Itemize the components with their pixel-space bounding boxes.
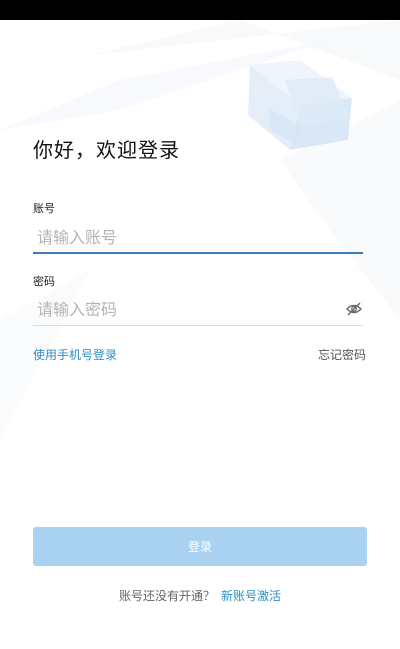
eye-off-icon[interactable] <box>345 300 363 318</box>
account-field-wrapper <box>33 220 363 254</box>
account-input[interactable] <box>33 220 363 254</box>
phone-login-link[interactable]: 使用手机号登录 <box>33 346 117 363</box>
cube-graphic <box>248 60 352 150</box>
status-bar <box>0 0 400 20</box>
account-underline <box>33 252 363 254</box>
forgot-password-link[interactable]: 忘记密码 <box>318 346 366 363</box>
password-underline <box>33 325 363 326</box>
account-label: 账号 <box>33 202 55 215</box>
password-label: 密码 <box>33 275 55 288</box>
password-input[interactable] <box>33 292 363 326</box>
activate-account-link[interactable]: 新账号激活 <box>221 589 281 603</box>
footer: 账号还没有开通？ 新账号激活 <box>0 587 400 604</box>
activation-question: 账号还没有开通？ <box>118 589 215 603</box>
password-field-wrapper <box>33 292 363 326</box>
login-button[interactable]: 登录 <box>33 527 367 566</box>
page-title: 你好，欢迎登录 <box>33 138 180 162</box>
